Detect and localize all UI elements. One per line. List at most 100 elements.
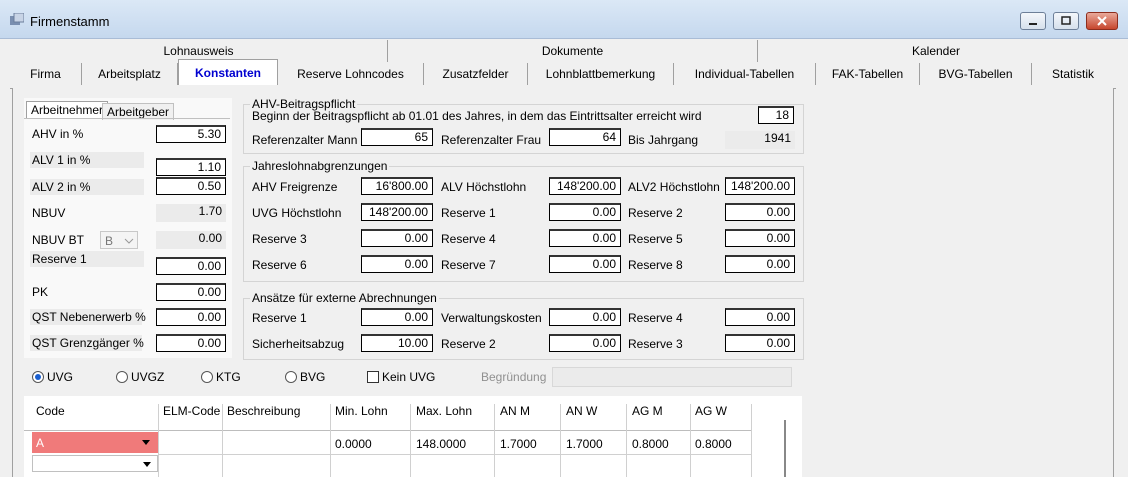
- grid-col-divider: [222, 404, 223, 477]
- alv2-field[interactable]: 0.50: [156, 177, 226, 195]
- tab-kalender[interactable]: Kalender: [758, 40, 1114, 62]
- grid-cell: 1.7000: [566, 437, 603, 451]
- label-jahrgang: Bis Jahrgang: [628, 133, 699, 147]
- jahres-reserve3-field[interactable]: 0.00: [361, 229, 433, 247]
- subtab-divider: [24, 118, 230, 119]
- nbuv-field: 1.70: [156, 204, 226, 222]
- col-an-m[interactable]: AN M: [500, 404, 530, 418]
- tab-firma[interactable]: Firma: [10, 63, 82, 85]
- col-an-w[interactable]: AN W: [566, 404, 597, 418]
- tab-konstanten[interactable]: Konstanten: [178, 59, 278, 85]
- jahres-reserve2-field[interactable]: 0.00: [725, 203, 795, 221]
- radio-uvg[interactable]: [32, 371, 44, 383]
- jahres-reserve5-field[interactable]: 0.00: [725, 229, 795, 247]
- tab-reserve-lohncodes[interactable]: Reserve Lohncodes: [278, 63, 424, 85]
- alv1-field[interactable]: 1.10: [156, 158, 226, 176]
- label-jahres-reserve1: Reserve 1: [441, 206, 496, 220]
- nbuv-bt-field: 0.00: [156, 231, 226, 249]
- tab-statistik[interactable]: Statistik: [1032, 63, 1114, 85]
- grid-cell: 148.0000: [416, 437, 467, 451]
- ref-frau-field[interactable]: 64: [549, 128, 621, 146]
- verwaltungskosten-field[interactable]: 0.00: [549, 308, 621, 326]
- tab-zusatzfelder[interactable]: Zusatzfelder: [424, 63, 528, 85]
- grid-cell: 0.0000: [335, 437, 372, 451]
- begruendung-field[interactable]: [552, 367, 792, 387]
- qst-nebenerwerb-field[interactable]: 0.00: [156, 308, 226, 326]
- uvg-hoechstlohn-field[interactable]: 148'200.00: [361, 203, 433, 221]
- qst-grenzgaenger-field[interactable]: 0.00: [156, 334, 226, 352]
- radio-uvg-label: UVG: [47, 370, 74, 384]
- close-button[interactable]: [1086, 12, 1118, 30]
- sicherheitsabzug-field[interactable]: 10.00: [361, 334, 433, 352]
- label-uvg-hoechstlohn: UVG Höchstlohn: [252, 206, 342, 220]
- tab-fak-tabellen[interactable]: FAK-Tabellen: [816, 63, 920, 85]
- label-qst-grenzgaenger: QST Grenzgänger %: [30, 335, 144, 351]
- col-min-lohn[interactable]: Min. Lohn: [335, 404, 388, 418]
- extern-reserve1-field[interactable]: 0.00: [361, 308, 433, 326]
- radio-uvgz[interactable]: [116, 371, 128, 383]
- col-code[interactable]: Code: [36, 404, 65, 418]
- kein-uvg-checkbox[interactable]: [367, 371, 379, 383]
- maximize-button[interactable]: [1053, 12, 1079, 30]
- ahv-field[interactable]: 5.30: [156, 125, 226, 143]
- extern-reserve4-field[interactable]: 0.00: [725, 308, 795, 326]
- window: Firmenstamm Lohnausweis Dokumente Kalend…: [0, 0, 1128, 477]
- label-sicherheitsabzug: Sicherheitsabzug: [252, 337, 345, 351]
- radio-bvg[interactable]: [285, 371, 297, 383]
- grid-row-divider: [158, 454, 751, 455]
- jahres-reserve6-field[interactable]: 0.00: [361, 255, 433, 273]
- tab-lohnblattbemerkung[interactable]: Lohnblattbemerkung: [528, 63, 674, 85]
- label-pk: PK: [32, 285, 49, 299]
- beginn-field[interactable]: 18: [758, 106, 794, 124]
- col-ag-w[interactable]: AG W: [695, 404, 727, 418]
- alv2-hoechstlohn-field[interactable]: 148'200.00: [725, 177, 795, 195]
- subtab-arbeitnehmer[interactable]: Arbeitnehmer: [26, 101, 109, 118]
- tab-dokumente[interactable]: Dokumente: [388, 40, 758, 62]
- col-beschreibung[interactable]: Beschreibung: [227, 404, 300, 418]
- reserve1-left-field[interactable]: 0.00: [156, 257, 226, 275]
- window-title: Firmenstamm: [30, 14, 110, 29]
- tab-arbeitsplatz[interactable]: Arbeitsplatz: [82, 63, 178, 85]
- dropdown-arrow-icon[interactable]: [143, 462, 151, 468]
- extern-reserve2-field[interactable]: 0.00: [549, 334, 621, 352]
- grid-scrollbar[interactable]: [784, 420, 786, 477]
- label-jahres-reserve2: Reserve 2: [628, 206, 683, 220]
- jahreslohn-group-title: Jahreslohnabgrenzungen: [250, 159, 390, 173]
- grid-col-divider: [626, 404, 627, 477]
- pk-field[interactable]: 0.00: [156, 283, 226, 301]
- code-cell-selected[interactable]: A: [32, 432, 158, 453]
- grid-col-divider: [410, 404, 411, 477]
- code-cell-new[interactable]: [32, 455, 158, 472]
- tab-individual-tabellen[interactable]: Individual-Tabellen: [674, 63, 816, 85]
- label-nbuv-bt: NBUV BT: [32, 233, 85, 247]
- extern-reserve3-field[interactable]: 0.00: [725, 334, 795, 352]
- radio-uvgz-label: UVGZ: [131, 370, 165, 384]
- jahres-reserve4-field[interactable]: 0.00: [549, 229, 621, 247]
- label-beginn: Beginn der Beitragspflicht ab 01.01 des …: [252, 109, 702, 123]
- code-cell-value: A: [36, 436, 45, 450]
- alv-hoechstlohn-field[interactable]: 148'200.00: [549, 177, 621, 195]
- ref-mann-field[interactable]: 65: [361, 128, 433, 146]
- label-jahres-reserve7: Reserve 7: [441, 258, 496, 272]
- jahres-reserve8-field[interactable]: 0.00: [725, 255, 795, 273]
- chevron-down-icon: [124, 238, 134, 244]
- col-elm-code[interactable]: ELM-Code: [163, 404, 220, 418]
- nbuv-bt-select-value: B: [105, 234, 114, 248]
- tab-bvg-tabellen[interactable]: BVG-Tabellen: [920, 63, 1032, 85]
- col-ag-m[interactable]: AG M: [632, 404, 663, 418]
- close-icon: [1097, 16, 1107, 26]
- jahres-reserve1-field[interactable]: 0.00: [549, 203, 621, 221]
- jahres-reserve7-field[interactable]: 0.00: [549, 255, 621, 273]
- grid-col-divider: [751, 404, 752, 477]
- radio-ktg-label: KTG: [216, 370, 241, 384]
- label-ahv: AHV in %: [32, 127, 84, 141]
- radio-ktg[interactable]: [201, 371, 213, 383]
- label-ahv-freigrenze: AHV Freigrenze: [252, 180, 338, 194]
- dropdown-arrow-icon[interactable]: [142, 440, 150, 446]
- minimize-button[interactable]: [1020, 12, 1046, 30]
- col-max-lohn[interactable]: Max. Lohn: [416, 404, 472, 418]
- nbuv-bt-select[interactable]: B: [100, 231, 138, 249]
- label-alv-hoechstlohn: ALV Höchstlohn: [441, 180, 527, 194]
- grid-cell: 0.8000: [695, 437, 732, 451]
- ahv-freigrenze-field[interactable]: 16'800.00: [361, 177, 433, 195]
